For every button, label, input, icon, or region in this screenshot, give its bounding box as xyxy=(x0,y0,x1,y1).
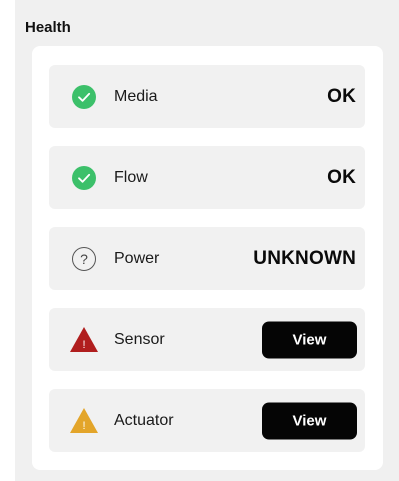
status-value: OK xyxy=(327,85,356,107)
status-value: OK xyxy=(327,166,356,188)
question-glyph: ? xyxy=(72,246,96,271)
health-item-label: Power xyxy=(114,249,160,267)
status-value: UNKNOWN xyxy=(253,247,356,269)
warning-triangle-icon: ! xyxy=(69,406,99,436)
view-actuator-button[interactable]: View xyxy=(262,402,357,439)
health-row-media: Media OK xyxy=(49,65,365,128)
health-row-power: ? Power UNKNOWN xyxy=(49,227,365,290)
health-item-label: Media xyxy=(114,87,158,105)
warning-triangle-icon: ! xyxy=(69,325,99,355)
section-title: Health xyxy=(25,19,71,36)
health-row-sensor: ! Sensor View xyxy=(49,308,365,371)
warning-glyph: ! xyxy=(82,339,85,351)
question-circle-icon: ? xyxy=(69,244,99,274)
check-circle-icon xyxy=(69,163,99,193)
health-item-label: Actuator xyxy=(114,411,174,429)
health-card: Media OK Flow OK ? Power UNKNOWN ! Senso… xyxy=(32,46,383,470)
health-row-flow: Flow OK xyxy=(49,146,365,209)
check-circle-icon xyxy=(69,82,99,112)
warning-glyph: ! xyxy=(82,420,85,432)
health-row-actuator: ! Actuator View xyxy=(49,389,365,452)
view-sensor-button[interactable]: View xyxy=(262,321,357,358)
health-item-label: Flow xyxy=(114,168,148,186)
health-item-label: Sensor xyxy=(114,330,165,348)
